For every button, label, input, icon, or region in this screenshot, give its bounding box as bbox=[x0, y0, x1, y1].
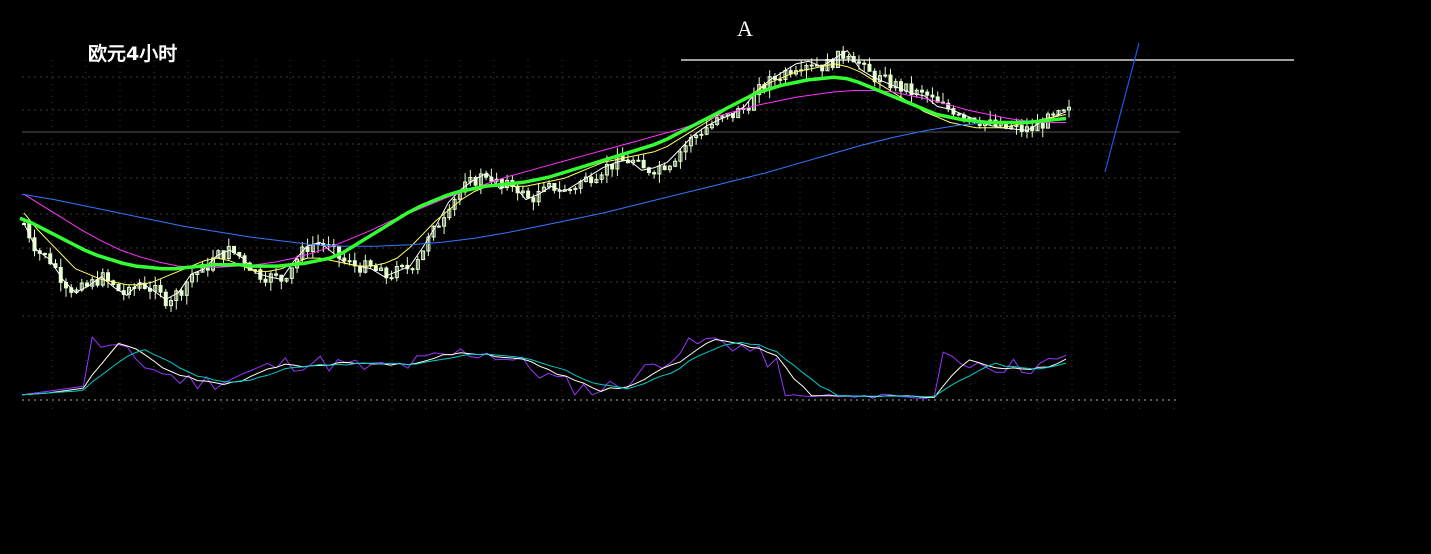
candle-body bbox=[43, 252, 48, 255]
candle-body bbox=[1051, 113, 1056, 116]
candle-body bbox=[368, 260, 373, 267]
candle-body bbox=[373, 265, 378, 272]
candle-body bbox=[867, 63, 872, 72]
candle-body bbox=[389, 277, 394, 280]
candle-body bbox=[106, 272, 111, 282]
candle-body bbox=[436, 225, 441, 228]
candle-body bbox=[888, 74, 893, 89]
candle-body bbox=[1061, 109, 1066, 112]
candlestick-chart: 欧元4小时 A bbox=[0, 0, 1431, 554]
candle-body bbox=[625, 159, 630, 164]
candle-body bbox=[778, 78, 783, 81]
candle-body bbox=[526, 190, 531, 199]
candle-body bbox=[919, 89, 924, 93]
candle-body bbox=[636, 159, 641, 162]
candle-body bbox=[410, 268, 415, 271]
candle-body bbox=[1019, 124, 1024, 132]
candle-body bbox=[862, 62, 867, 65]
candle-body bbox=[305, 246, 310, 252]
candle-body bbox=[652, 172, 657, 175]
candle-body bbox=[925, 91, 930, 96]
candle-body bbox=[179, 290, 184, 296]
candle-body bbox=[263, 278, 268, 283]
candle-body bbox=[856, 61, 861, 64]
candle-body bbox=[158, 284, 163, 293]
candle-body bbox=[347, 260, 352, 263]
candle-body bbox=[589, 176, 594, 184]
candle-body bbox=[662, 165, 667, 171]
candle-body bbox=[531, 197, 536, 203]
candle-body bbox=[1040, 122, 1045, 129]
candle-body bbox=[883, 74, 888, 77]
candle-body bbox=[274, 273, 279, 276]
chart-title: 欧元4小时 bbox=[88, 42, 177, 65]
candle-body bbox=[641, 159, 646, 169]
candle-body bbox=[809, 64, 814, 67]
candle-body bbox=[930, 94, 935, 98]
candle-body bbox=[610, 163, 615, 170]
candle-body bbox=[956, 113, 961, 116]
candle-body bbox=[568, 188, 573, 191]
candle-body bbox=[746, 107, 751, 111]
chart-background bbox=[0, 0, 1431, 554]
candle-body bbox=[342, 257, 347, 262]
annotation-label: A bbox=[737, 16, 753, 41]
